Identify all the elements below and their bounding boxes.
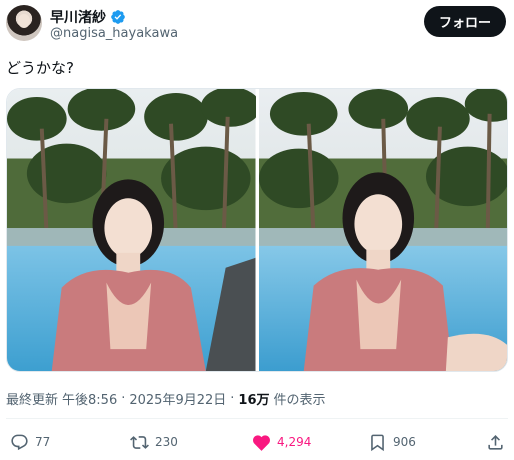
last-updated-label: 最終更新: [6, 393, 59, 408]
photo-left[interactable]: [7, 89, 256, 371]
tweet-header: 早川渚紗 @nagisa_hayakawa フォロー: [6, 5, 508, 45]
retweet-count: 230: [155, 435, 178, 449]
retweet-icon: [130, 435, 149, 449]
reply-count: 77: [35, 435, 51, 449]
photo-right[interactable]: [258, 89, 507, 371]
tweet-text: どうかな?: [6, 59, 74, 77]
reply-button[interactable]: 77: [10, 430, 50, 454]
views-count[interactable]: 16万: [238, 389, 269, 408]
divider: [6, 418, 508, 419]
avatar[interactable]: [6, 5, 42, 41]
follow-button[interactable]: フォロー: [424, 6, 506, 37]
tweet-date[interactable]: 2025年9月22日: [129, 389, 226, 408]
retweet-button[interactable]: 230: [130, 430, 178, 454]
share-icon: [488, 434, 503, 450]
like-button[interactable]: 4,294: [252, 430, 311, 454]
tweet-time[interactable]: 午後8:56: [62, 389, 117, 408]
verified-badge-icon: [111, 10, 125, 24]
tweet-meta: 最終更新 午後8:56 · 2025年9月22日 · 16万 件の表示: [6, 389, 326, 408]
share-button[interactable]: [486, 430, 505, 454]
action-bar: 77 230 4,294 906: [6, 430, 508, 456]
bookmark-icon: [371, 434, 384, 451]
poolside-photo-image: [258, 89, 507, 371]
meta-separator: ·: [121, 391, 126, 406]
author-handle[interactable]: @nagisa_hayakawa: [50, 26, 178, 41]
views-label: 件の表示: [273, 393, 326, 408]
author-display-name[interactable]: 早川渚紗: [50, 7, 106, 27]
author-name-row[interactable]: 早川渚紗: [50, 7, 126, 27]
bookmark-count: 906: [393, 435, 416, 449]
heart-icon: [253, 434, 270, 451]
like-count: 4,294: [277, 435, 312, 449]
reply-icon: [11, 434, 28, 450]
media-grid: [6, 88, 508, 372]
avatar-face: [18, 14, 30, 28]
bookmark-button[interactable]: 906: [368, 430, 416, 454]
poolside-photo-image: [7, 89, 256, 371]
meta-separator: ·: [230, 391, 235, 406]
